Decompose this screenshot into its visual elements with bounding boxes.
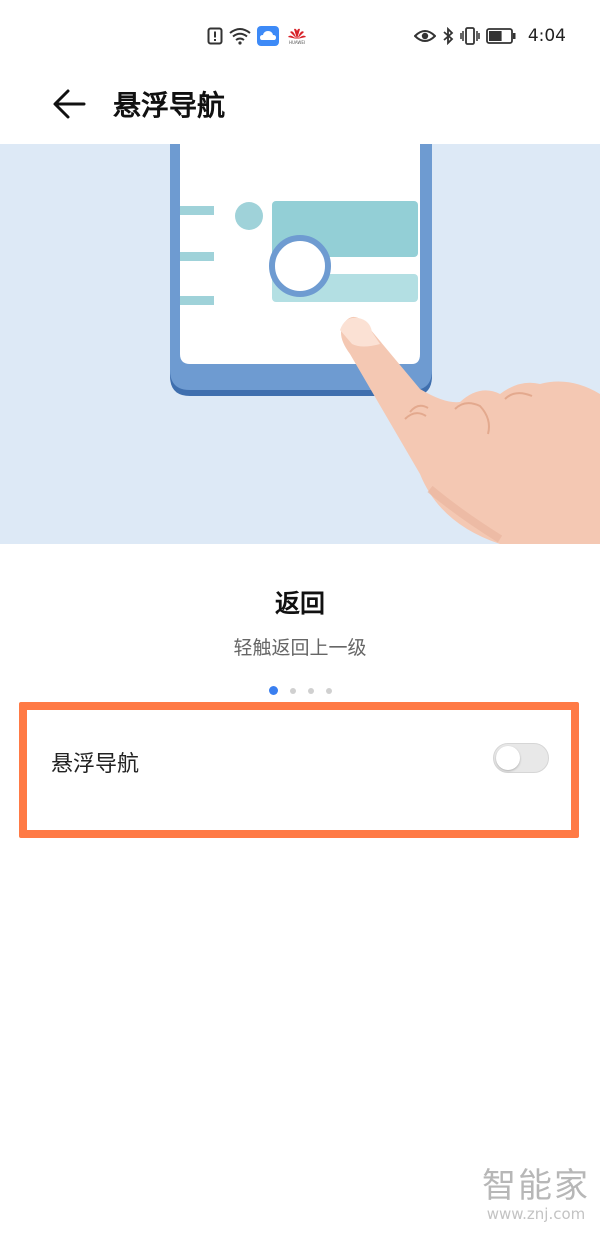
vibrate-icon [460, 27, 480, 45]
huawei-petal-icon [288, 28, 306, 39]
watermark-url: www.znj.com [486, 1205, 586, 1223]
phone-tap-illustration [170, 144, 600, 544]
page-title: 悬浮导航 [113, 89, 226, 122]
page-dot[interactable] [325, 687, 332, 694]
watermark: 智能家 www.znj.com [482, 1158, 590, 1223]
battery-icon [485, 28, 516, 44]
back-button[interactable] [46, 80, 94, 128]
tutorial-illustration [0, 144, 600, 544]
app-bar: 悬浮导航 [0, 70, 600, 142]
toggle-knob [496, 746, 520, 770]
page-dot[interactable] [289, 687, 296, 694]
wifi-icon [229, 28, 251, 45]
huawei-text: HUAWEI [288, 39, 306, 45]
status-icons-left: HUAWEI [207, 24, 309, 48]
cloud-icon [257, 26, 279, 46]
page-indicator[interactable] [0, 686, 600, 695]
floating-navigation-setting-row[interactable]: 悬浮导航 [27, 710, 571, 830]
warning-icon [207, 27, 223, 45]
watermark-logo: 智能家 [482, 1166, 590, 1206]
huawei-logo: HUAWEI [285, 28, 309, 45]
slide-title: 返回 [274, 589, 325, 618]
page-dot[interactable] [268, 686, 278, 695]
eye-icon [413, 30, 436, 42]
arrow-left-icon [53, 89, 86, 119]
slide-description: 轻触返回上一级 [233, 637, 367, 659]
status-bar: HUAWEI 4:04 [0, 0, 600, 70]
status-icons-right: 4:04 [413, 24, 566, 48]
bluetooth-icon [443, 27, 454, 45]
page-dot[interactable] [307, 687, 314, 694]
setting-label: 悬浮导航 [51, 752, 140, 777]
floating-navigation-toggle[interactable] [493, 743, 549, 773]
status-time: 4:04 [527, 26, 566, 46]
